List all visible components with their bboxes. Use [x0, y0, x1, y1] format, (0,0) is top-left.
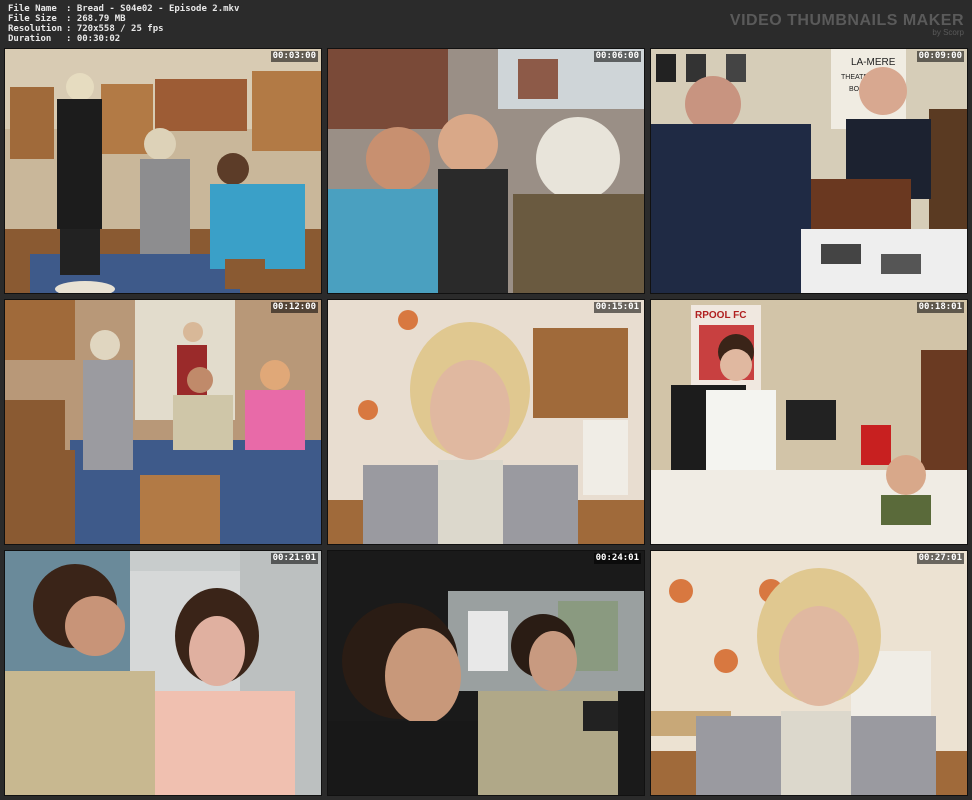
car-scene-icon [328, 551, 644, 795]
portrait-scene-icon [651, 551, 967, 795]
bedroom-scene-icon: RPOOL FC [651, 300, 967, 544]
thumbnail-4[interactable]: 00:12:00 [4, 299, 322, 545]
file-size-value: : 268.79 MB [66, 14, 126, 24]
thumbnail-2[interactable]: 00:06:00 [327, 48, 645, 294]
file-name-value: : Bread - S04e02 - Episode 2.mkv [66, 4, 240, 14]
street-scene-icon [328, 49, 644, 293]
info-header: File Name : Bread - S04e02 - Episode 2.m… [0, 0, 972, 48]
thumbnail-3[interactable]: LA-MERE THEATRICAL BOOKING 00:09:00 [650, 48, 968, 294]
file-name-row: File Name : Bread - S04e02 - Episode 2.m… [8, 4, 239, 14]
thumbnail-9[interactable]: 00:27:01 [650, 550, 968, 796]
timestamp: 00:03:00 [270, 51, 318, 62]
duration-row: Duration : 00:30:02 [8, 34, 239, 44]
thumbnail-8[interactable]: 00:24:01 [327, 550, 645, 796]
brand-logo: VIDEO THUMBNAILS MAKER by Scorp [730, 12, 964, 37]
timestamp: 00:09:00 [916, 51, 964, 62]
banner-text: RPOOL FC [695, 310, 746, 321]
timestamp: 00:27:01 [916, 553, 964, 564]
timestamp: 00:18:01 [916, 302, 964, 313]
timestamp: 00:21:01 [270, 553, 318, 564]
thumbnail-5[interactable]: 00:15:01 [327, 299, 645, 545]
portrait-scene-icon [328, 300, 644, 544]
poster-text: LA-MERE [851, 57, 896, 68]
timestamp: 00:06:00 [593, 51, 641, 62]
resolution-value: : 720x558 / 25 fps [66, 24, 164, 34]
timestamp: 00:12:00 [270, 302, 318, 313]
office-scene-icon: LA-MERE THEATRICAL BOOKING [651, 49, 967, 293]
duration-label: Duration [8, 34, 52, 44]
timestamp: 00:15:01 [593, 302, 641, 313]
thumbnail-1[interactable]: 00:03:00 [4, 48, 322, 294]
timestamp: 00:24:01 [593, 553, 641, 564]
resolution-row: Resolution : 720x558 / 25 fps [8, 24, 239, 34]
file-size-label: File Size [8, 14, 57, 24]
kitchen-scene-icon [5, 49, 321, 293]
brand-title: VIDEO THUMBNAILS MAKER [729, 12, 964, 29]
thumbnail-grid: 00:03:00 00:06:00 LA-MERE THEATRICAL B [4, 48, 968, 796]
file-name-label: File Name [8, 4, 57, 14]
file-size-row: File Size : 268.79 MB [8, 14, 239, 24]
thumbnail-7[interactable]: 00:21:01 [4, 550, 322, 796]
duration-value: : 00:30:02 [66, 34, 121, 44]
dining-scene-icon [5, 300, 321, 544]
thumbnail-6[interactable]: RPOOL FC 00:18:01 [650, 299, 968, 545]
resolution-label: Resolution [8, 24, 63, 34]
file-metadata: File Name : Bread - S04e02 - Episode 2.m… [8, 4, 239, 44]
kitchen-talk-scene-icon [5, 551, 321, 795]
